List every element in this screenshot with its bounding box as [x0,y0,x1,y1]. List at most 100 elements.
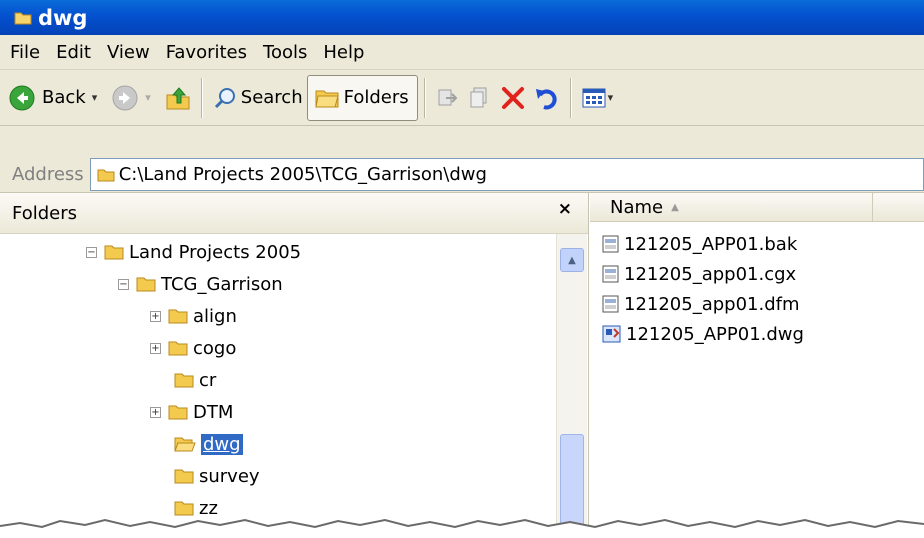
column-header: Name ▲ [590,193,924,222]
tree-item-label: dwg [201,433,243,455]
folder-icon [174,469,194,484]
forward-dropdown-icon[interactable]: ▾ [145,91,151,104]
tree-item-label: align [193,305,237,327]
back-button[interactable]: Back ▾ [0,76,107,120]
back-dropdown-icon[interactable]: ▾ [92,91,98,104]
menu-file[interactable]: File [0,42,48,63]
explorer-window: dwg File Edit View Favorites Tools Help … [0,0,924,538]
address-bar: Address C:\Land Projects 2005\TCG_Garris… [0,157,924,193]
toolbar-separator [569,77,572,118]
folder-icon [14,11,32,25]
tree-item-label: Land Projects 2005 [129,241,302,263]
open-folder-icon [174,437,196,452]
views-button[interactable]: ▾ [578,76,624,120]
file-name: 121205_app01.dfm [624,293,800,315]
folders-header: Folders × [0,193,588,234]
tree-item-land-projects-2005[interactable]: − Land Projects 2005 [86,236,301,268]
folders-pane: Folders × − Land Projects 2005 − TCG_Gar… [0,193,589,538]
forward-arrow-icon [112,85,138,110]
move-to-icon [438,89,458,105]
folder-icon [168,341,188,356]
folder-tree: − Land Projects 2005 − TCG_Garrison + al… [0,234,555,538]
delete-button[interactable] [496,76,530,120]
name-column-label: Name [610,196,664,218]
scroll-up-icon[interactable]: ▲ [560,248,584,272]
tree-item-label: cogo [193,337,237,359]
document-icon [602,265,619,283]
folders-label: Folders [343,87,409,108]
folders-icon [315,90,339,107]
vertical-scrollbar[interactable]: ▲ [556,234,587,538]
collapse-icon[interactable]: − [118,278,129,290]
menu-help[interactable]: Help [315,42,372,63]
file-row-cgx[interactable]: 121205_app01.cgx [602,259,796,289]
address-field[interactable]: C:\Land Projects 2005\TCG_Garrison\dwg [89,158,924,191]
menu-favorites[interactable]: Favorites [158,42,255,63]
folders-title: Folders [12,202,78,224]
expand-icon[interactable]: + [150,406,161,418]
file-name: 121205_APP01.bak [624,233,798,255]
dwg-file-icon [602,325,621,343]
folder-icon [168,405,188,420]
tree-item-cr[interactable]: cr [174,364,216,396]
search-button[interactable]: Search [209,76,307,120]
tree-item-label: DTM [193,401,234,423]
tree-item-label: TCG_Garrison [161,273,283,295]
file-row-dwg[interactable]: 121205_APP01.dwg [602,319,804,349]
expand-icon[interactable]: + [150,342,161,354]
undo-icon [535,88,557,109]
folder-icon [168,309,188,324]
file-name: 121205_APP01.dwg [626,323,804,345]
files-pane: Name ▲ 121205_APP01.bak 121205_app01.cgx… [590,193,924,538]
collapse-icon[interactable]: − [86,246,97,258]
toolbar-separator [200,77,203,118]
tree-item-survey[interactable]: survey [174,460,260,492]
menu-edit[interactable]: Edit [48,42,99,63]
file-name: 121205_app01.cgx [624,263,797,285]
tree-item-dwg[interactable]: dwg [174,428,243,460]
back-label: Back [42,87,86,108]
tree-item-tcg-garrison[interactable]: − TCG_Garrison [118,268,283,300]
expand-icon[interactable]: + [150,310,161,322]
views-dropdown-icon[interactable]: ▾ [608,91,614,104]
folders-button[interactable]: Folders [306,74,418,121]
file-row-dfm[interactable]: 121205_app01.dfm [602,289,800,319]
close-icon[interactable]: × [558,199,572,219]
menu-view[interactable]: View [99,42,158,63]
delete-icon [501,86,524,109]
copy-to-icon [470,87,487,107]
folder-icon [136,277,156,292]
window-title: dwg [38,5,88,30]
document-icon [602,235,619,253]
name-column-header[interactable]: Name ▲ [590,193,873,221]
folder-icon [174,373,194,388]
tree-item-label: survey [199,465,260,487]
address-path: C:\Land Projects 2005\TCG_Garrison\dwg [118,164,487,185]
toolbar-area [0,126,924,157]
title-bar[interactable]: dwg [0,0,924,35]
folder-icon [104,245,124,260]
up-folder-icon [166,86,190,109]
tree-item-align[interactable]: + align [150,300,237,332]
tree-item-label: cr [199,369,217,391]
search-icon [214,87,235,108]
undo-button[interactable] [530,76,564,120]
folder-icon [97,169,115,181]
copy-to-button[interactable] [464,76,496,120]
tree-item-cogo[interactable]: + cogo [150,332,236,364]
toolbar-separator [423,77,426,118]
torn-edge [0,518,924,538]
back-arrow-icon [9,85,35,110]
views-icon [582,88,606,107]
toolbar: Back ▾ ▾ Search Folders ▾ [0,70,924,126]
tree-item-dtm[interactable]: + DTM [150,396,233,428]
up-button[interactable] [161,76,195,120]
sort-ascending-icon: ▲ [671,201,679,213]
address-label: Address [12,164,84,185]
forward-button[interactable]: ▾ [107,76,161,120]
menu-bar: File Edit View Favorites Tools Help [0,35,924,70]
menu-tools[interactable]: Tools [255,42,315,63]
move-to-button[interactable] [432,76,464,120]
document-icon [602,295,619,313]
file-row-bak[interactable]: 121205_APP01.bak [602,229,797,259]
